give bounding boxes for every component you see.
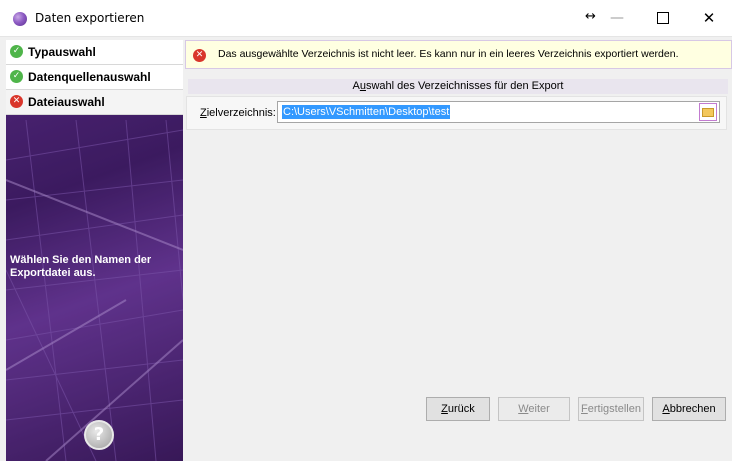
window-title: Daten exportieren <box>35 11 145 25</box>
step-dateiauswahl[interactable]: ✕ Dateiauswahl <box>6 90 183 115</box>
folder-icon <box>702 108 714 117</box>
accel: A <box>662 403 670 415</box>
group-header-text: A <box>352 80 360 92</box>
resize-arrows-icon: ↔ <box>585 9 596 24</box>
back-button[interactable]: Zurück <box>426 397 490 421</box>
maximize-icon <box>657 12 669 24</box>
step-list: ✓ Typauswahl ✓ Datenquellenauswahl ✕ Dat… <box>6 40 183 115</box>
export-dialog: Daten exportieren ↔ — ✕ ✓ Typauswahl ✓ D… <box>0 0 732 461</box>
label-accel: Z <box>200 107 207 119</box>
label-rest: ielverzeichnis: <box>206 107 276 119</box>
maximize-button[interactable] <box>643 0 683 36</box>
cancel-button[interactable]: Abbrechen <box>652 397 726 421</box>
error-banner: ✕ Das ausgewählte Verzeichnis ist nicht … <box>185 40 732 69</box>
next-button[interactable]: Weiter <box>498 397 570 421</box>
step-typauswahl[interactable]: ✓ Typauswahl <box>6 40 183 65</box>
error-icon: ✕ <box>193 49 206 62</box>
label: ertigstellen <box>587 403 641 415</box>
title-bar[interactable]: Daten exportieren ↔ — ✕ <box>0 0 732 37</box>
target-dir-label: Zielverzeichnis: <box>200 107 276 119</box>
check-icon: ✓ <box>10 45 23 58</box>
label: urück <box>447 403 475 415</box>
target-dir-value: C:\Users\VSchmitten\Desktop\test <box>282 105 451 119</box>
step-hint: Wählen Sie den Namen der Exportdatei aus… <box>10 254 152 279</box>
browse-folder-button[interactable] <box>699 103 717 121</box>
error-icon: ✕ <box>10 95 23 108</box>
step-label: Typauswahl <box>28 45 96 59</box>
step-label: Dateiauswahl <box>28 95 105 109</box>
check-icon: ✓ <box>10 70 23 83</box>
app-icon <box>13 12 27 26</box>
group-header-text-rest: swahl des Verzeichnisses für den Export <box>365 80 564 92</box>
accel: F <box>581 403 588 415</box>
label: bbrechen <box>669 403 716 415</box>
finish-button[interactable]: Fertigstellen <box>578 397 644 421</box>
label: eiter <box>528 403 550 415</box>
accel: Z <box>441 403 448 415</box>
wizard-sidebar: ✓ Typauswahl ✓ Datenquellenauswahl ✕ Dat… <box>6 40 183 461</box>
group-header: Auswahl des Verzeichnisses für den Expor… <box>188 79 728 94</box>
step-datenquellenauswahl[interactable]: ✓ Datenquellenauswahl <box>6 65 183 90</box>
minimize-button[interactable]: — <box>597 0 637 36</box>
close-button[interactable]: ✕ <box>689 0 729 36</box>
help-button[interactable]: ? <box>84 420 114 450</box>
error-message: Das ausgewählte Verzeichnis ist nicht le… <box>218 48 679 60</box>
target-dir-row: Zielverzeichnis: C:\Users\VSchmitten\Des… <box>186 96 727 130</box>
step-label: Datenquellenauswahl <box>28 70 151 84</box>
accel: W <box>518 403 529 415</box>
target-dir-input[interactable]: C:\Users\VSchmitten\Desktop\test <box>277 101 720 123</box>
